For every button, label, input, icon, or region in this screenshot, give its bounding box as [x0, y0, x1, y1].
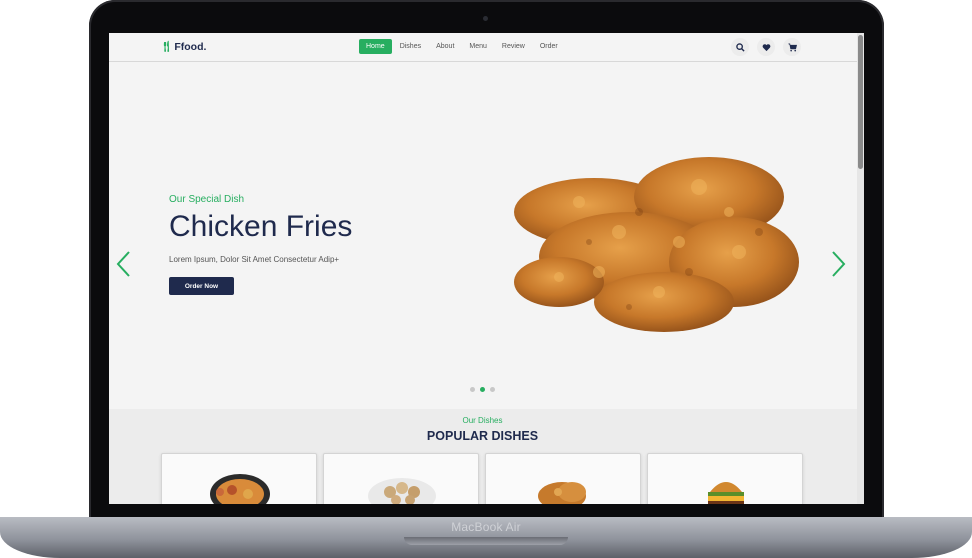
- order-now-button[interactable]: Order Now: [169, 277, 234, 295]
- dish-card[interactable]: [161, 453, 317, 504]
- dish-image-fried-chicken: [538, 482, 586, 504]
- scrollbar-thumb[interactable]: [858, 35, 863, 169]
- slider-dot[interactable]: [490, 387, 495, 392]
- nav-link-menu[interactable]: Menu: [462, 39, 494, 54]
- hero-title: Chicken Fries: [169, 210, 353, 243]
- logo[interactable]: 🍴︎Ffood.: [160, 40, 206, 53]
- camera-icon: [483, 16, 488, 21]
- dish-card[interactable]: [485, 453, 641, 504]
- scrollbar[interactable]: [857, 33, 864, 504]
- chevron-left-icon[interactable]: [115, 250, 131, 283]
- chevron-right-icon[interactable]: [831, 250, 847, 283]
- search-icon[interactable]: [731, 38, 749, 56]
- nav-link-about[interactable]: About: [429, 39, 461, 54]
- dish-image-nachos: [210, 474, 270, 504]
- dish-card[interactable]: [323, 453, 479, 504]
- logo-text: Ffood.: [174, 41, 207, 53]
- nav-links: Home Dishes About Menu Review Order: [359, 39, 566, 54]
- popular-dishes-section: Our Dishes POPULAR DISHES: [109, 409, 864, 504]
- browser-screen: 🍴︎Ffood. Home Dishes About Menu Review O…: [109, 33, 864, 504]
- device-label: MacBook Air: [451, 520, 521, 534]
- hero-subtitle: Our Special Dish: [169, 194, 245, 205]
- section-subtitle: Our Dishes: [462, 416, 503, 425]
- heart-icon[interactable]: [757, 38, 775, 56]
- slider-dot[interactable]: [470, 387, 475, 392]
- hero-description: Lorem Ipsum, Dolor Sit Amet Consectetur …: [169, 255, 340, 264]
- hero-slider: Our Special Dish Chicken Fries Lorem Ips…: [109, 62, 864, 409]
- fried-chicken-image: [514, 157, 799, 332]
- cart-icon[interactable]: [783, 38, 801, 56]
- slider-dots: [470, 387, 495, 392]
- nav-link-review[interactable]: Review: [495, 39, 532, 54]
- nav-link-dishes[interactable]: Dishes: [393, 39, 428, 54]
- laptop-notch: [404, 537, 568, 545]
- nav-icons: [731, 38, 801, 56]
- fork-knife-icon: 🍴︎: [160, 41, 174, 53]
- slider-dot-active[interactable]: [480, 387, 485, 392]
- dish-image-dumplings: [368, 478, 436, 504]
- nav-link-home[interactable]: Home: [359, 39, 392, 54]
- nav-link-order[interactable]: Order: [533, 39, 565, 54]
- section-title: POPULAR DISHES: [426, 429, 539, 443]
- dish-image-burger: [708, 482, 744, 504]
- navbar: 🍴︎Ffood. Home Dishes About Menu Review O…: [109, 33, 864, 62]
- dish-card[interactable]: [647, 453, 803, 504]
